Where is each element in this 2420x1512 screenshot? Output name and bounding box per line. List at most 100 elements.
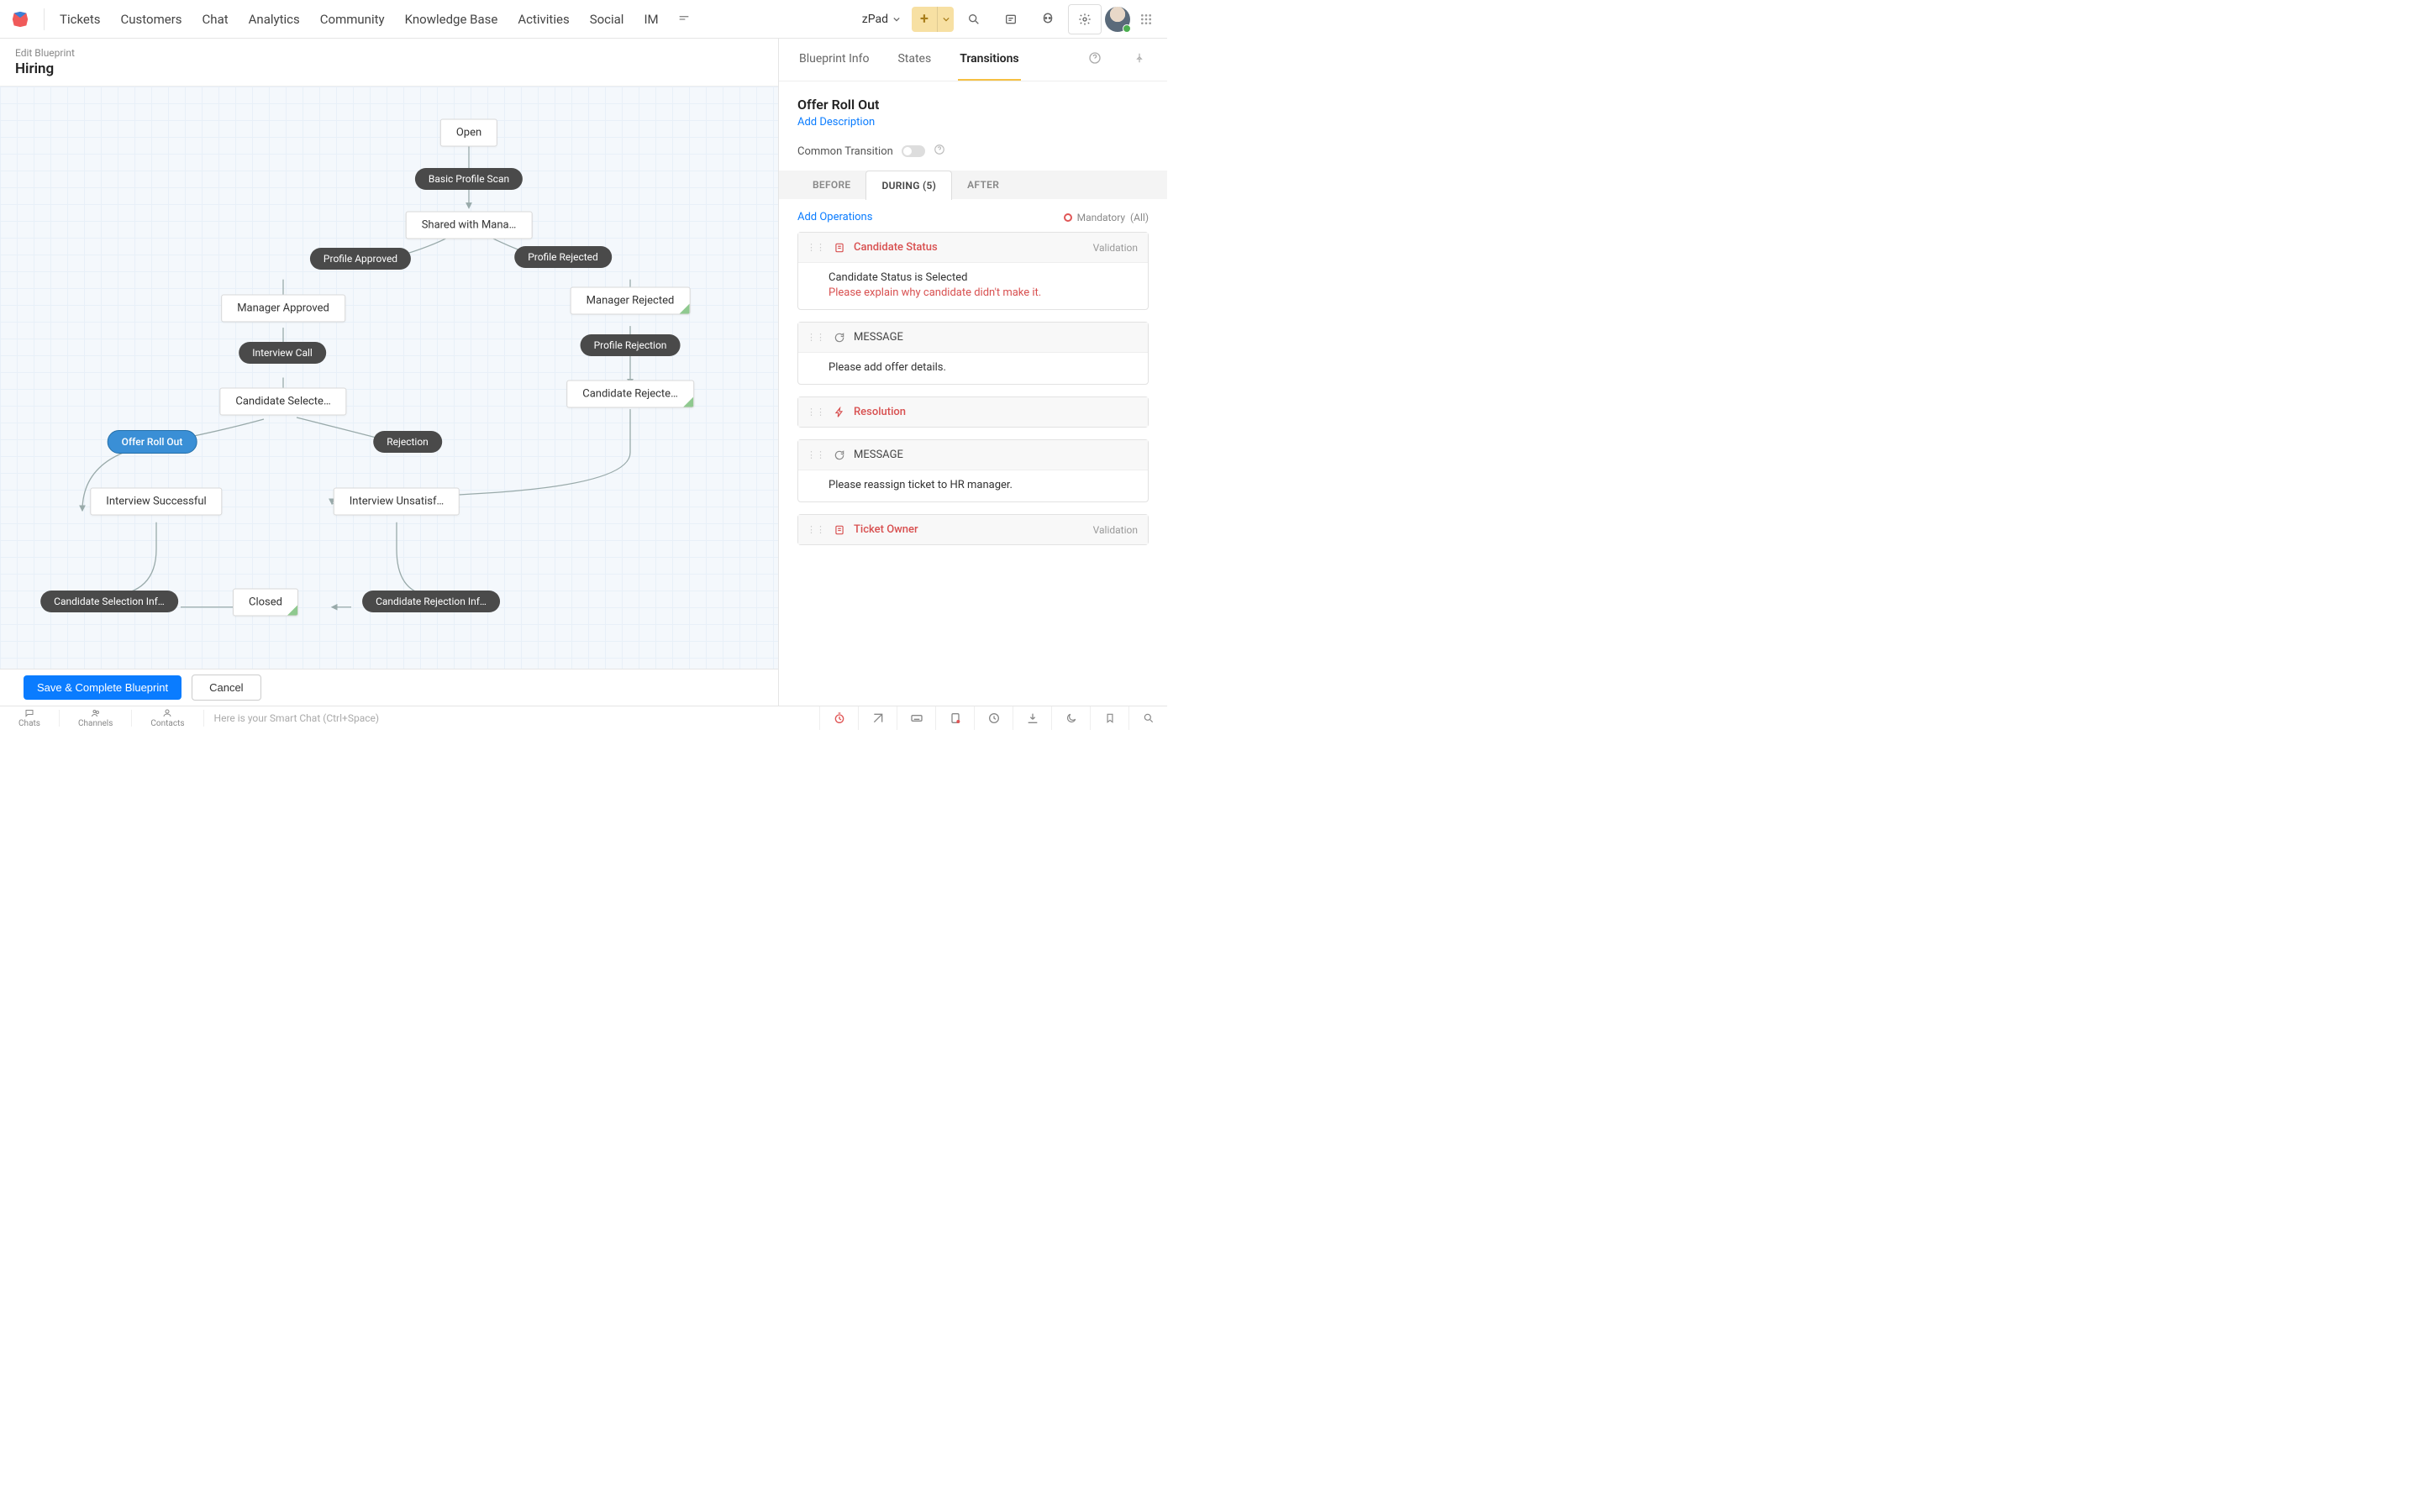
form-icon xyxy=(834,524,845,536)
recent-icon[interactable] xyxy=(974,706,1013,730)
timer-icon[interactable] xyxy=(819,706,858,730)
op-body-line2: Please explain why candidate didn't make… xyxy=(829,286,1136,299)
feed-icon[interactable] xyxy=(994,3,1028,36)
pill-interview-call[interactable]: Interview Call xyxy=(239,342,326,364)
smart-chat-input[interactable]: Here is your Smart Chat (Ctrl+Space) xyxy=(204,712,819,724)
drag-handle-icon[interactable]: ⋮⋮ xyxy=(807,452,825,459)
breadcrumb: Edit Blueprint xyxy=(15,47,763,59)
drag-handle-icon[interactable]: ⋮⋮ xyxy=(807,334,825,341)
common-transition-toggle[interactable] xyxy=(902,145,925,157)
bb-chats[interactable]: Chats xyxy=(0,708,59,728)
pill-candidate-rejection-info[interactable]: Candidate Rejection Inf… xyxy=(362,591,500,612)
op-title: MESSAGE xyxy=(854,449,1138,461)
common-transition-label: Common Transition xyxy=(797,145,893,158)
moon-icon[interactable] xyxy=(1051,706,1090,730)
node-open[interactable]: Open xyxy=(440,119,497,147)
nav-chat[interactable]: Chat xyxy=(192,0,239,39)
node-candidate-selected[interactable]: Candidate Selecte… xyxy=(219,388,346,416)
drag-handle-icon[interactable]: ⋮⋮ xyxy=(807,409,825,416)
workspace-switcher[interactable]: zPad xyxy=(854,8,908,31)
save-button[interactable]: Save & Complete Blueprint xyxy=(24,675,182,700)
nav-activities[interactable]: Activities xyxy=(508,0,579,39)
pill-basic-profile-scan[interactable]: Basic Profile Scan xyxy=(415,168,523,190)
search-icon-bottom[interactable] xyxy=(1128,706,1167,730)
pill-profile-rejected[interactable]: Profile Rejected xyxy=(514,246,612,268)
nav-social[interactable]: Social xyxy=(580,0,634,39)
drag-handle-icon[interactable]: ⋮⋮ xyxy=(807,244,825,251)
pill-candidate-selection-info[interactable]: Candidate Selection Inf… xyxy=(40,591,178,612)
form-icon xyxy=(834,242,845,254)
nav-more-icon[interactable] xyxy=(676,11,692,28)
apps-grid-icon[interactable] xyxy=(1134,7,1159,32)
op-body-line1: Candidate Status is Selected xyxy=(829,271,1136,284)
nav-knowledge-base[interactable]: Knowledge Base xyxy=(395,0,508,39)
page-title: Hiring xyxy=(15,60,763,77)
pill-profile-rejection[interactable]: Profile Rejection xyxy=(581,334,681,356)
phase-before[interactable]: BEFORE xyxy=(797,171,865,199)
tab-states[interactable]: States xyxy=(896,39,933,81)
add-dropdown[interactable] xyxy=(937,7,954,32)
op-title: Candidate Status xyxy=(854,241,1085,254)
op-tag: Validation xyxy=(1093,242,1138,254)
zia-icon[interactable] xyxy=(858,706,897,730)
drag-handle-icon[interactable]: ⋮⋮ xyxy=(807,527,825,533)
blueprint-canvas[interactable]: Open Basic Profile Scan Shared with Mana… xyxy=(0,87,778,669)
tab-transitions[interactable]: Transitions xyxy=(958,39,1020,81)
cancel-button[interactable]: Cancel xyxy=(192,675,260,701)
nav-im[interactable]: IM xyxy=(634,0,668,39)
clipboard-alert-icon[interactable] xyxy=(935,706,974,730)
app-logo[interactable] xyxy=(8,8,32,31)
op-title: Resolution xyxy=(854,406,1138,418)
avatar[interactable] xyxy=(1105,7,1130,32)
gamification-icon[interactable] xyxy=(1031,3,1065,36)
chevron-down-icon xyxy=(893,16,900,23)
nav-analytics[interactable]: Analytics xyxy=(239,0,310,39)
message-icon xyxy=(834,332,845,344)
pin-icon[interactable] xyxy=(1130,49,1149,71)
topnav-divider xyxy=(44,8,45,30)
add-button[interactable]: + xyxy=(912,7,937,32)
mandatory-indicator: Mandatory (All) xyxy=(1064,212,1149,223)
pill-profile-approved[interactable]: Profile Approved xyxy=(310,248,411,270)
op-message-1[interactable]: ⋮⋮ MESSAGE Please add offer details. xyxy=(797,322,1149,385)
node-closed[interactable]: Closed xyxy=(233,589,298,617)
canvas-header: Edit Blueprint Hiring xyxy=(0,39,778,87)
node-shared-with-manager[interactable]: Shared with Mana… xyxy=(406,212,533,239)
mandatory-dot-icon xyxy=(1064,213,1072,222)
node-interview-successful[interactable]: Interview Successful xyxy=(90,488,222,516)
bb-channels[interactable]: Channels xyxy=(60,708,131,728)
add-operations-link[interactable]: Add Operations xyxy=(797,211,872,223)
op-body: Please reassign ticket to HR manager. xyxy=(798,470,1148,501)
bb-contacts[interactable]: Contacts xyxy=(132,708,203,728)
node-interview-unsatisfactory[interactable]: Interview Unsatisf… xyxy=(334,488,460,516)
op-message-2[interactable]: ⋮⋮ MESSAGE Please reassign ticket to HR … xyxy=(797,439,1149,502)
bolt-icon xyxy=(834,407,845,418)
nav-customers[interactable]: Customers xyxy=(111,0,192,39)
add-button-group: + xyxy=(912,7,954,32)
phase-during[interactable]: DURING (5) xyxy=(865,171,952,200)
pill-offer-roll-out[interactable]: Offer Roll Out xyxy=(108,430,197,454)
add-description-link[interactable]: Add Description xyxy=(797,116,875,129)
op-ticket-owner[interactable]: ⋮⋮ Ticket Owner Validation xyxy=(797,514,1149,545)
op-tag: Validation xyxy=(1093,524,1138,536)
common-transition-help-icon[interactable] xyxy=(934,144,945,159)
op-resolution[interactable]: ⋮⋮ Resolution xyxy=(797,396,1149,428)
import-icon[interactable] xyxy=(1013,706,1051,730)
tab-blueprint-info[interactable]: Blueprint Info xyxy=(797,39,871,81)
op-title: MESSAGE xyxy=(854,331,1138,344)
phase-after[interactable]: AFTER xyxy=(952,171,1014,199)
keyboard-icon[interactable] xyxy=(897,706,935,730)
node-manager-approved[interactable]: Manager Approved xyxy=(221,295,345,323)
nav-tickets[interactable]: Tickets xyxy=(50,0,111,39)
op-candidate-status[interactable]: ⋮⋮ Candidate Status Validation Candidate… xyxy=(797,232,1149,310)
transition-title: Offer Roll Out xyxy=(797,97,1149,113)
search-icon[interactable] xyxy=(957,3,991,36)
pill-rejection[interactable]: Rejection xyxy=(373,431,442,453)
nav-links: Tickets Customers Chat Analytics Communi… xyxy=(50,0,669,39)
nav-community[interactable]: Community xyxy=(310,0,395,39)
node-manager-rejected[interactable]: Manager Rejected xyxy=(571,287,691,315)
help-icon[interactable] xyxy=(1085,48,1105,71)
node-candidate-rejected[interactable]: Candidate Rejecte… xyxy=(566,381,694,408)
bookmark-icon[interactable] xyxy=(1090,706,1128,730)
gear-icon[interactable] xyxy=(1068,4,1102,34)
